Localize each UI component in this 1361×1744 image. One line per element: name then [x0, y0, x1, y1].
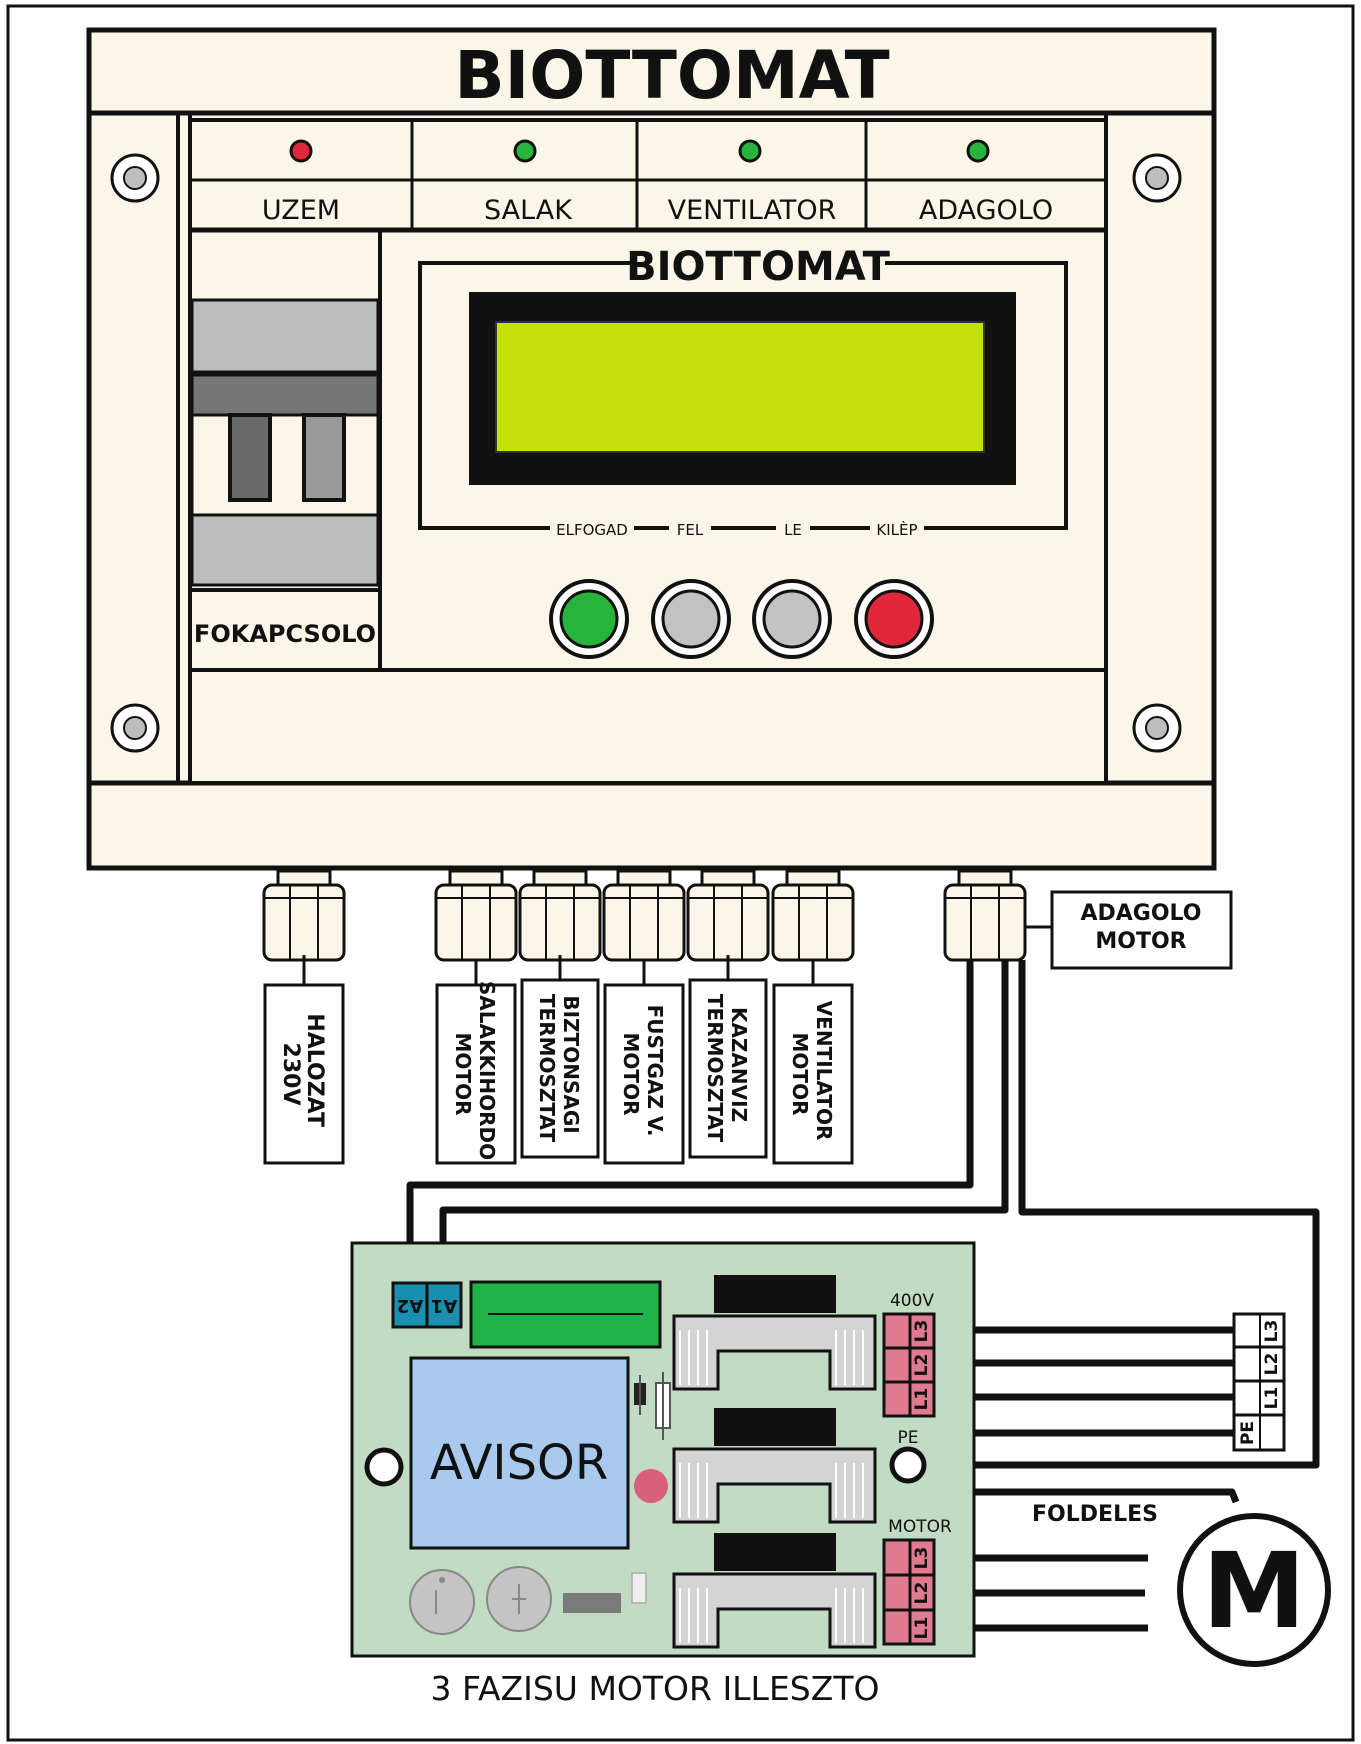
- salak-label: SALAK: [484, 195, 573, 226]
- uzem-indicator-light: [289, 139, 313, 163]
- display-brand: BIOTTOMAT: [626, 244, 891, 290]
- motor-output-label: MOTOR: [888, 1517, 952, 1537]
- fuse-icon: [631, 1572, 647, 1604]
- ventilator-indicator-light: [738, 139, 762, 163]
- switch-lever-icon[interactable]: [302, 413, 346, 502]
- fel-label: FEL: [677, 521, 704, 539]
- safety-thermostat-connection-label: BIZTONSAGI TERMOSZTAT: [520, 955, 600, 1159]
- capacitor-icon: [634, 1469, 668, 1503]
- motor-symbol: M: [1177, 1513, 1331, 1667]
- wiring-diagram: BIOTTOMAT UZEM SALAK VENTILATOR ADAGOLO: [6, 4, 1355, 1742]
- flue-motor-label-line1: FUSTGAZ V.: [643, 1005, 667, 1137]
- mains-label-line2: 230V: [278, 1043, 303, 1106]
- motor-terminal-l2: L2: [912, 1582, 932, 1605]
- slag-motor-label-line2: MOTOR: [451, 1033, 475, 1116]
- flue-motor-connection-label: FUSTGAZ V. MOTOR: [603, 960, 685, 1165]
- boiler-thermostat-label-line2: TERMOSZTAT: [703, 994, 727, 1143]
- boiler-thermostat-connection-label: KAZANVIZ TERMOSZTAT: [688, 955, 768, 1159]
- mains-label-line1: HALOZAT: [302, 1013, 327, 1127]
- module-title: 3 FAZISU MOTOR ILLESZTO: [431, 1669, 880, 1708]
- motor-symbol-letter: M: [1202, 1530, 1306, 1652]
- feeder-motor-label-line1: ADAGOLO: [1080, 901, 1201, 926]
- screw-icon: [110, 153, 160, 203]
- controller-enclosure: BIOTTOMAT UZEM SALAK VENTILATOR ADAGOLO: [86, 27, 1217, 871]
- chip-icon: [563, 1593, 621, 1613]
- lcd-screen: [495, 321, 985, 453]
- mains-terminal-l2: L2: [1262, 1353, 1282, 1376]
- supply-terminal-l2: L2: [912, 1354, 932, 1377]
- kilep-label: KILÈP: [876, 520, 917, 539]
- svg-text:KAZANVIZ TERMOSZTAT: KAZANVIZ TERMOSZTAT: [703, 994, 751, 1143]
- motor-terminal-l1: L1: [912, 1617, 932, 1640]
- supply-terminal-l3: L3: [912, 1320, 932, 1343]
- slag-motor-label-line1: SALAKKIHORDO: [475, 981, 499, 1160]
- fan-motor-cable-gland-icon: [771, 869, 855, 962]
- terminal-a2-label: A2: [397, 1295, 423, 1316]
- ventilator-label: VENTILATOR: [668, 195, 837, 226]
- boiler-thermostat-cable-gland-icon: [686, 869, 770, 962]
- mains-terminal-l1: L1: [1262, 1387, 1282, 1410]
- boiler-thermostat-label-line1: KAZANVIZ: [727, 1007, 751, 1122]
- adagolo-indicator-light: [966, 139, 990, 163]
- slag-motor-cable-gland-icon: [434, 869, 518, 962]
- mains-terminal-block: L3 L2 L1 PE: [1232, 1312, 1286, 1452]
- main-switch-label: FOKAPCSOLO: [194, 620, 376, 648]
- mounting-hole-icon: [364, 1447, 404, 1487]
- le-button[interactable]: [752, 579, 832, 659]
- flue-motor-label-line2: MOTOR: [619, 1033, 643, 1116]
- pe-label: PE: [898, 1428, 919, 1448]
- svg-text:BIZTONSAGI TERMOSZTAT: BIZTONSAGI TERMOSZTAT: [535, 994, 583, 1143]
- mains-cable-gland-icon: [262, 869, 346, 962]
- earth-label: FOLDELES: [1032, 1502, 1158, 1527]
- uzem-label: UZEM: [262, 195, 340, 226]
- flue-motor-cable-gland-icon: [602, 869, 686, 962]
- avisor-brand: AVISOR: [430, 1435, 608, 1491]
- salak-indicator-light: [513, 139, 537, 163]
- kilep-button[interactable]: [854, 579, 934, 659]
- mains-terminal-l3: L3: [1262, 1320, 1282, 1343]
- screw-icon: [110, 703, 160, 753]
- feeder-motor-label-line2: MOTOR: [1095, 929, 1186, 954]
- screw-icon: [1132, 153, 1182, 203]
- le-label: LE: [784, 521, 802, 539]
- safety-thermostat-cable-gland-icon: [518, 869, 602, 962]
- pe-terminal-icon: [889, 1446, 927, 1484]
- supply-terminal-l1: L1: [912, 1388, 932, 1411]
- slag-motor-connection-label: SALAKKIHORDO MOTOR: [435, 960, 517, 1165]
- screw-icon: [1132, 703, 1182, 753]
- fan-motor-label-line2: MOTOR: [788, 1033, 812, 1116]
- elfogad-button[interactable]: [549, 579, 629, 659]
- mains-connection-label: HALOZAT 230V: [263, 955, 345, 1165]
- fan-motor-label-line1: VENTILATOR: [812, 1001, 836, 1141]
- fel-button[interactable]: [651, 579, 731, 659]
- motor-interface-module: A2 A1 AVISOR 400V L3 L2 L1 PE MOTOR L3 L…: [350, 1241, 976, 1708]
- safety-thermostat-label-line2: TERMOSZTAT: [535, 994, 559, 1143]
- safety-thermostat-label-line1: BIZTONSAGI: [559, 995, 583, 1133]
- terminal-a1-label: A1: [431, 1295, 457, 1316]
- enclosure-title: BIOTTOMAT: [454, 37, 889, 114]
- adagolo-label: ADAGOLO: [919, 195, 1053, 226]
- elfogad-label: ELFOGAD: [556, 521, 628, 539]
- fan-motor-connection-label: VENTILATOR MOTOR: [772, 960, 854, 1165]
- supply-label: 400V: [890, 1291, 934, 1311]
- feeder-motor-cable-gland-icon: [943, 869, 1027, 962]
- switch-lever-icon[interactable]: [228, 413, 272, 502]
- motor-terminal-l3: L3: [912, 1547, 932, 1570]
- feeder-motor-connection-label: ADAGOLO MOTOR: [1026, 890, 1233, 970]
- mains-terminal-pe: PE: [1238, 1421, 1258, 1445]
